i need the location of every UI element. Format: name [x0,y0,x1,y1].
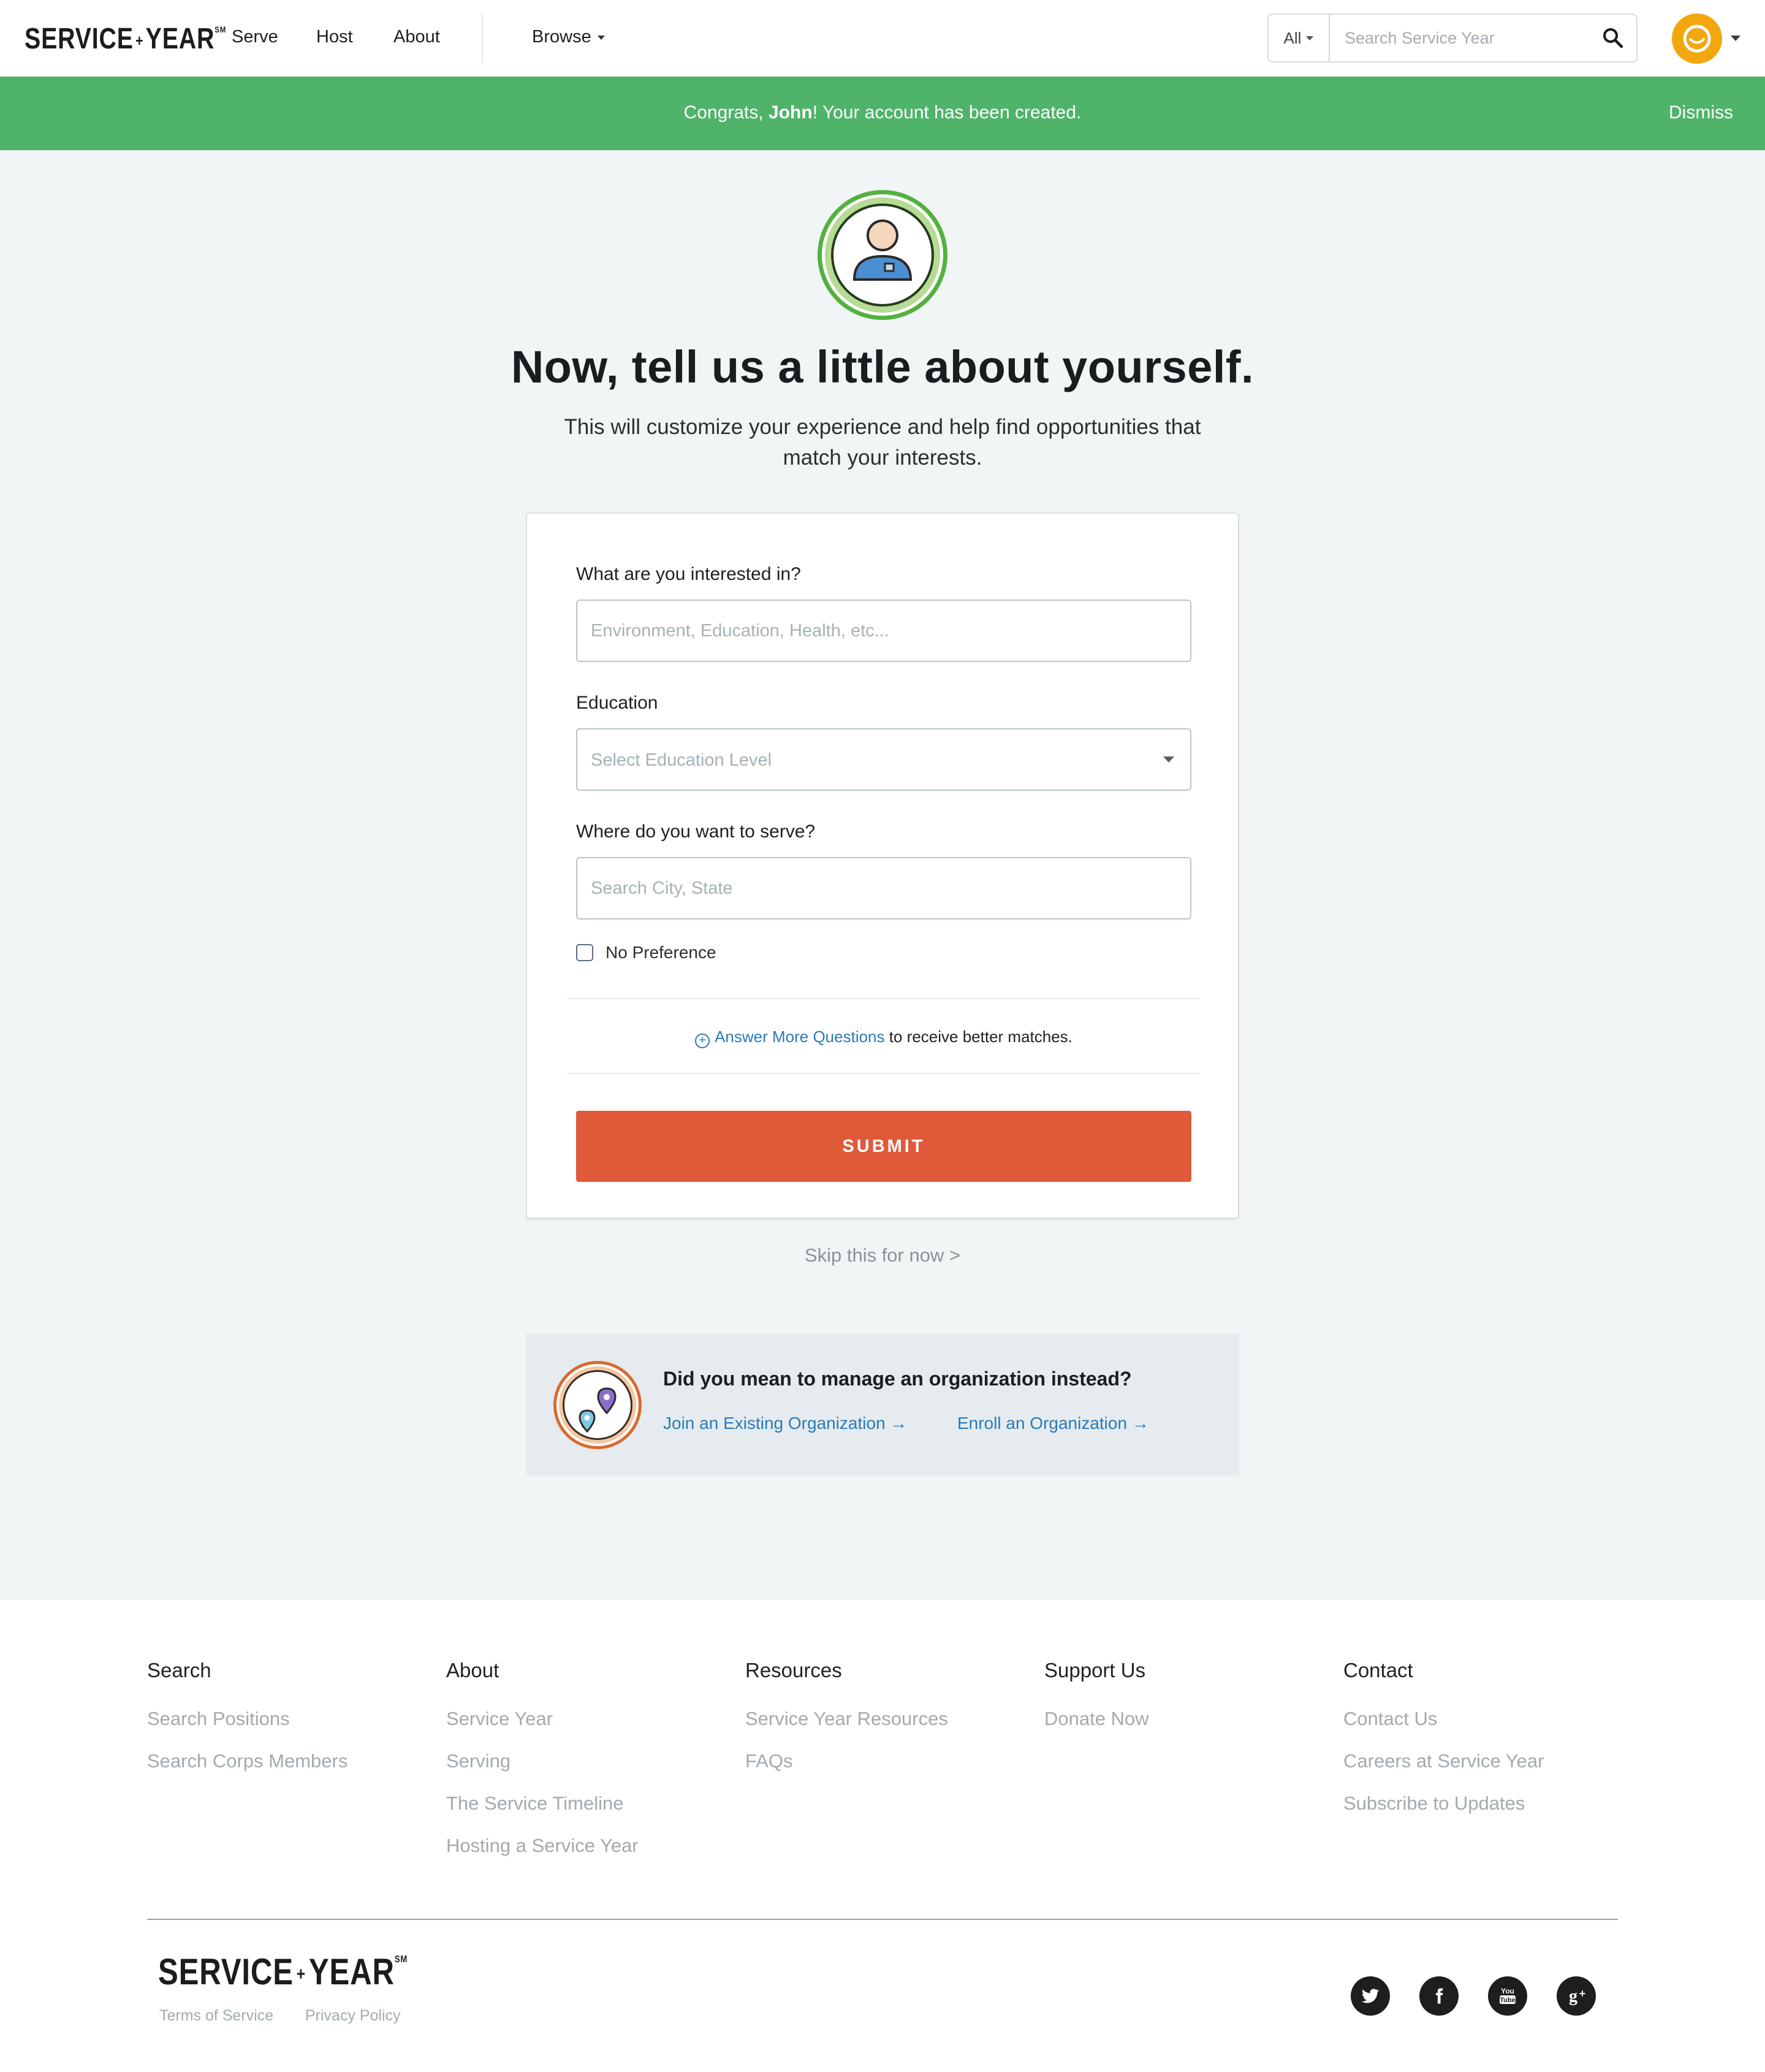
dismiss-button[interactable]: Dismiss [1669,102,1733,123]
nav-about[interactable]: About [393,27,440,47]
organization-prompt: Did you mean to manage an organization i… [526,1333,1239,1476]
footer-link[interactable]: FAQs [745,1750,948,1772]
footer-column-about: About Service Year Serving The Service T… [446,1659,639,1877]
footer-heading: Search [147,1659,211,1682]
browse-dropdown[interactable]: Browse [532,27,605,47]
browse-label: Browse [532,27,591,47]
nav-divider [482,13,483,63]
footer-link[interactable]: Careers at Service Year [1343,1750,1544,1772]
skip-link[interactable]: Skip this for now > [0,1244,1765,1266]
svg-text:Tube: Tube [1500,1997,1515,2004]
footer-link[interactable]: Service Year [446,1708,639,1730]
footer-link[interactable]: Search Positions [147,1708,347,1730]
plus-circle-icon: + [695,1034,710,1048]
location-input[interactable] [576,857,1191,920]
divider [567,1073,1199,1074]
footer-link[interactable]: Donate Now [1044,1708,1149,1730]
footer-divider [147,1919,1618,1920]
logo-text-end: YEAR [145,23,215,55]
footer-logo-separator: + [296,1964,306,1985]
answer-more-link[interactable]: + Answer More Questions [695,1027,885,1048]
top-navigation-bar: SERVICE +YEARSM Serve Host About Browse A… [0,0,1765,77]
answer-more-row: + Answer More Questions to receive better… [527,1027,1240,1048]
search-scope-label: All [1283,28,1302,47]
banner-user-name: John [769,102,813,123]
smiley-avatar-icon [1674,15,1720,62]
answer-more-link-text: Answer More Questions [715,1027,885,1046]
page-title: Now, tell us a little about yourself. [511,341,1254,392]
banner-prefix: Congrats, [683,102,769,123]
no-preference-checkbox[interactable] [576,944,593,961]
footer-link[interactable]: Search Corps Members [147,1750,347,1772]
search-icon[interactable] [1602,27,1624,49]
nav-serve[interactable]: Serve [232,27,278,47]
footer-heading: Support Us [1044,1659,1146,1682]
footer: Search Search Positions Search Corps Mem… [0,1600,1765,2072]
profile-person-icon [818,190,947,320]
footer-link[interactable]: Subscribe to Updates [1343,1792,1544,1815]
footer-link[interactable]: The Service Timeline [446,1792,639,1815]
submit-button[interactable]: SUBMIT [576,1111,1191,1182]
chevron-down-icon [1306,36,1314,40]
footer-heading: Resources [745,1659,842,1682]
profile-form-card: What are you interested in? Education Se… [526,512,1239,1219]
search-bar: All [1267,13,1638,63]
svg-text:+: + [1579,1987,1586,2000]
privacy-link[interactable]: Privacy Policy [305,2007,401,2025]
footer-column-search: Search Search Positions Search Corps Mem… [147,1659,347,1792]
footer-logo[interactable]: SERVICE +YEARSM [158,1951,408,1993]
logo-service-mark: SM [214,25,227,34]
chevron-down-icon [597,35,605,40]
interests-label: What are you interested in? [576,564,801,584]
divider [567,998,1199,999]
terms-link[interactable]: Terms of Service [159,2007,273,2025]
footer-logo-service-mark: SM [394,1954,408,1965]
facebook-icon[interactable] [1419,1976,1459,2016]
footer-column-support: Support Us Donate Now [1044,1659,1149,1750]
user-avatar[interactable] [1672,13,1722,64]
search-input[interactable] [1331,15,1588,61]
nav-host[interactable]: Host [316,27,353,47]
footer-logo-text-end: YEAR [308,1951,395,1992]
footer-heading: About [446,1659,499,1682]
footer-heading: Contact [1343,1659,1413,1682]
svg-text:g: g [1569,1987,1577,2006]
interests-input[interactable] [576,600,1191,662]
footer-logo-text: SERVICE [158,1951,294,1992]
logo-text: SERVICE [25,23,134,55]
youtube-icon[interactable]: You Tube [1488,1976,1527,2016]
svg-text:You: You [1501,1987,1514,1995]
education-select-value: Select Education Level [591,750,772,770]
service-year-logo[interactable]: SERVICE +YEARSM [25,22,226,56]
enroll-organization-link[interactable]: Enroll an Organization → [957,1414,1149,1433]
footer-column-contact: Contact Contact Us Careers at Service Ye… [1343,1659,1544,1835]
location-label: Where do you want to serve? [576,821,816,842]
footer-link[interactable]: Service Year Resources [745,1708,948,1730]
footer-column-resources: Resources Service Year Resources FAQs [745,1659,948,1792]
logo-separator: + [135,31,144,50]
education-label: Education [576,693,658,713]
search-scope-dropdown[interactable]: All [1269,15,1330,61]
success-banner: Congrats, John! Your account has been cr… [0,77,1765,150]
join-organization-link[interactable]: Join an Existing Organization → [663,1414,907,1433]
no-preference-label[interactable]: No Preference [605,943,716,962]
account-menu-chevron-icon[interactable] [1731,36,1740,41]
banner-suffix: ! Your account has been created. [812,102,1082,123]
answer-more-suffix: to receive better matches. [884,1027,1072,1046]
education-select[interactable]: Select Education Level [576,728,1191,791]
chevron-down-icon [1163,756,1174,763]
footer-link[interactable]: Hosting a Service Year [446,1835,639,1857]
banner-message: Congrats, John! Your account has been cr… [0,102,1765,123]
organization-question: Did you mean to manage an organization i… [663,1368,1132,1390]
footer-link[interactable]: Contact Us [1343,1708,1544,1730]
page-subtitle: This will customize your experience and … [564,415,1201,470]
google-plus-icon[interactable]: g + [1557,1976,1596,2016]
footer-link[interactable]: Serving [446,1750,639,1772]
map-pins-icon [553,1361,642,1449]
twitter-icon[interactable] [1351,1976,1390,2016]
